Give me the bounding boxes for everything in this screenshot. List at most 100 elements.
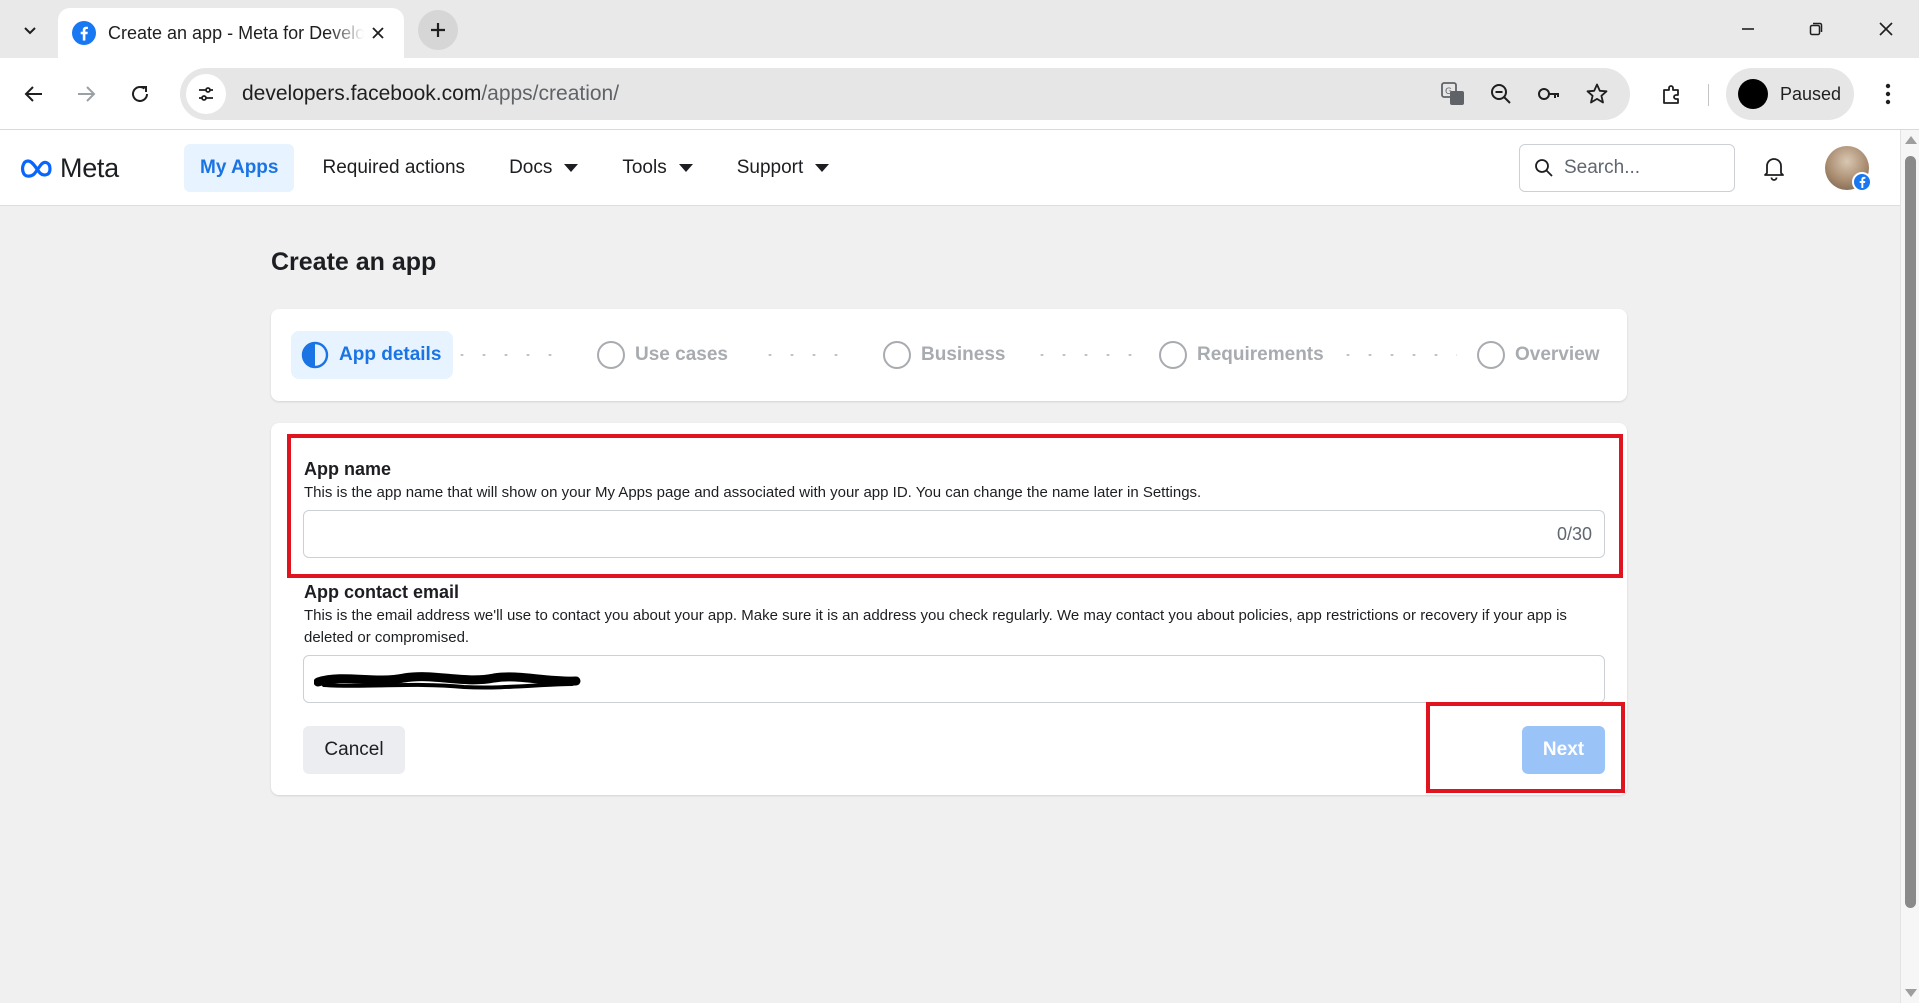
app-name-input[interactable] — [316, 511, 1516, 557]
browser-tab-active[interactable]: Create an app - Meta for Developers — [58, 8, 404, 58]
app-name-char-counter: 0/30 — [1556, 524, 1592, 544]
nav-tools[interactable]: Tools — [606, 144, 708, 192]
translate-button[interactable]: G — [1436, 77, 1470, 111]
nav-label: Required actions — [322, 157, 466, 178]
nav-support[interactable]: Support — [721, 144, 846, 192]
half-circle-progress-icon — [301, 341, 329, 369]
browser-tabstrip: Create an app - Meta for Developers — [0, 0, 1919, 58]
forward-button[interactable] — [66, 74, 106, 114]
notifications-button[interactable] — [1756, 150, 1792, 186]
step-connector — [759, 354, 855, 356]
email-label: App contact email — [304, 582, 460, 602]
zoom-button[interactable] — [1484, 77, 1518, 111]
key-icon — [1538, 88, 1559, 100]
step-app-details: App details — [291, 331, 454, 379]
url-host: developers.facebook.com — [242, 82, 482, 105]
step-label: App details — [339, 344, 442, 365]
url-path: /apps/creation/ — [481, 82, 620, 105]
nav-my-apps[interactable]: My Apps — [184, 144, 295, 192]
caret-down-icon — [564, 164, 579, 172]
arrow-left-icon — [24, 86, 42, 102]
tab-search-button[interactable] — [12, 14, 48, 46]
step-label: Use cases — [635, 344, 728, 365]
next-button[interactable]: Next — [1522, 726, 1605, 774]
app-name-field: 0/30 — [303, 510, 1605, 558]
extensions-button[interactable] — [1652, 74, 1692, 114]
site-info-button[interactable] — [186, 74, 226, 114]
reload-button[interactable] — [120, 74, 160, 114]
search-input[interactable] — [1564, 157, 1714, 179]
tab-close-button[interactable] — [366, 21, 390, 45]
cancel-button[interactable]: Cancel — [303, 726, 405, 774]
tune-icon — [199, 87, 213, 101]
puzzle-icon — [1663, 85, 1679, 104]
svg-text:G: G — [1445, 87, 1452, 97]
tab-title: Create an app - Meta for Developers — [108, 22, 364, 43]
nav-label: Support — [736, 157, 804, 178]
creation-stepper: App details Use cases Business Requireme… — [271, 309, 1627, 401]
meta-infinity-icon — [21, 159, 52, 178]
step-circle-icon — [1159, 341, 1187, 369]
minimize-icon — [1742, 28, 1754, 30]
search-icon — [1535, 159, 1553, 177]
nav-docs[interactable]: Docs — [493, 144, 594, 192]
bell-icon — [1764, 158, 1784, 181]
profile-status: Paused — [1780, 83, 1842, 104]
step-requirements: Requirements — [1159, 331, 1324, 379]
bookmark-button[interactable] — [1580, 77, 1614, 111]
reload-icon — [132, 85, 148, 102]
page-scrollbar[interactable] — [1900, 130, 1919, 1003]
restore-window-button[interactable] — [1794, 12, 1838, 46]
site-search-box — [1519, 144, 1735, 192]
caret-down-icon — [678, 164, 693, 172]
nav-required-actions[interactable]: Required actions — [306, 144, 481, 192]
zoom-out-icon — [1491, 84, 1511, 104]
new-tab-button[interactable] — [418, 10, 458, 50]
step-connector — [451, 354, 557, 356]
profile-button[interactable]: Paused — [1726, 68, 1854, 120]
back-button[interactable] — [14, 74, 54, 114]
meta-logo-text: Meta — [60, 152, 119, 183]
meta-logo[interactable]: Meta — [20, 150, 119, 186]
step-circle-icon — [1477, 341, 1505, 369]
star-icon — [1586, 83, 1608, 104]
address-bar[interactable]: developers.facebook.com/apps/creation/ G — [180, 68, 1630, 120]
step-business: Business — [883, 331, 1005, 379]
more-vertical-icon — [1885, 83, 1891, 105]
close-window-button[interactable] — [1864, 12, 1908, 46]
plus-icon — [431, 23, 445, 37]
close-icon — [1879, 22, 1893, 36]
nav-label: My Apps — [200, 157, 279, 178]
facebook-favicon-icon — [72, 21, 96, 45]
step-use-cases: Use cases — [597, 331, 728, 379]
passwords-button[interactable] — [1532, 77, 1566, 111]
step-connector — [1031, 354, 1141, 356]
site-header: Meta My Apps Required actions Docs Tools… — [0, 130, 1900, 206]
url-text: developers.facebook.com/apps/creation/ — [242, 82, 619, 106]
restore-icon — [1809, 22, 1823, 36]
translate-icon: G — [1441, 82, 1464, 105]
browser-menu-button[interactable] — [1870, 74, 1906, 114]
browser-toolbar: developers.facebook.com/apps/creation/ G… — [0, 58, 1919, 130]
scroll-down-arrow-icon[interactable] — [1905, 989, 1917, 997]
step-circle-icon — [597, 341, 625, 369]
email-help: This is the email address we'll use to c… — [304, 607, 1567, 646]
step-label: Business — [921, 344, 1006, 365]
scroll-up-arrow-icon[interactable] — [1905, 136, 1917, 144]
step-overview: Overview — [1477, 331, 1600, 379]
profile-avatar — [1738, 79, 1768, 109]
step-circle-icon — [883, 341, 911, 369]
arrow-right-icon — [78, 86, 96, 102]
scroll-thumb[interactable] — [1905, 156, 1916, 908]
page-title: Create an app — [271, 248, 437, 276]
step-connector — [1337, 354, 1457, 356]
email-field[interactable] — [303, 655, 1605, 703]
nav-label: Docs — [509, 157, 553, 178]
chevron-down-icon — [24, 27, 36, 35]
step-label: Overview — [1515, 344, 1600, 365]
nav-label: Tools — [622, 157, 667, 178]
facebook-badge-icon — [1852, 172, 1872, 192]
redacted-email-mark — [314, 672, 581, 690]
minimize-window-button[interactable] — [1726, 12, 1770, 46]
app-name-label: App name — [304, 459, 392, 479]
